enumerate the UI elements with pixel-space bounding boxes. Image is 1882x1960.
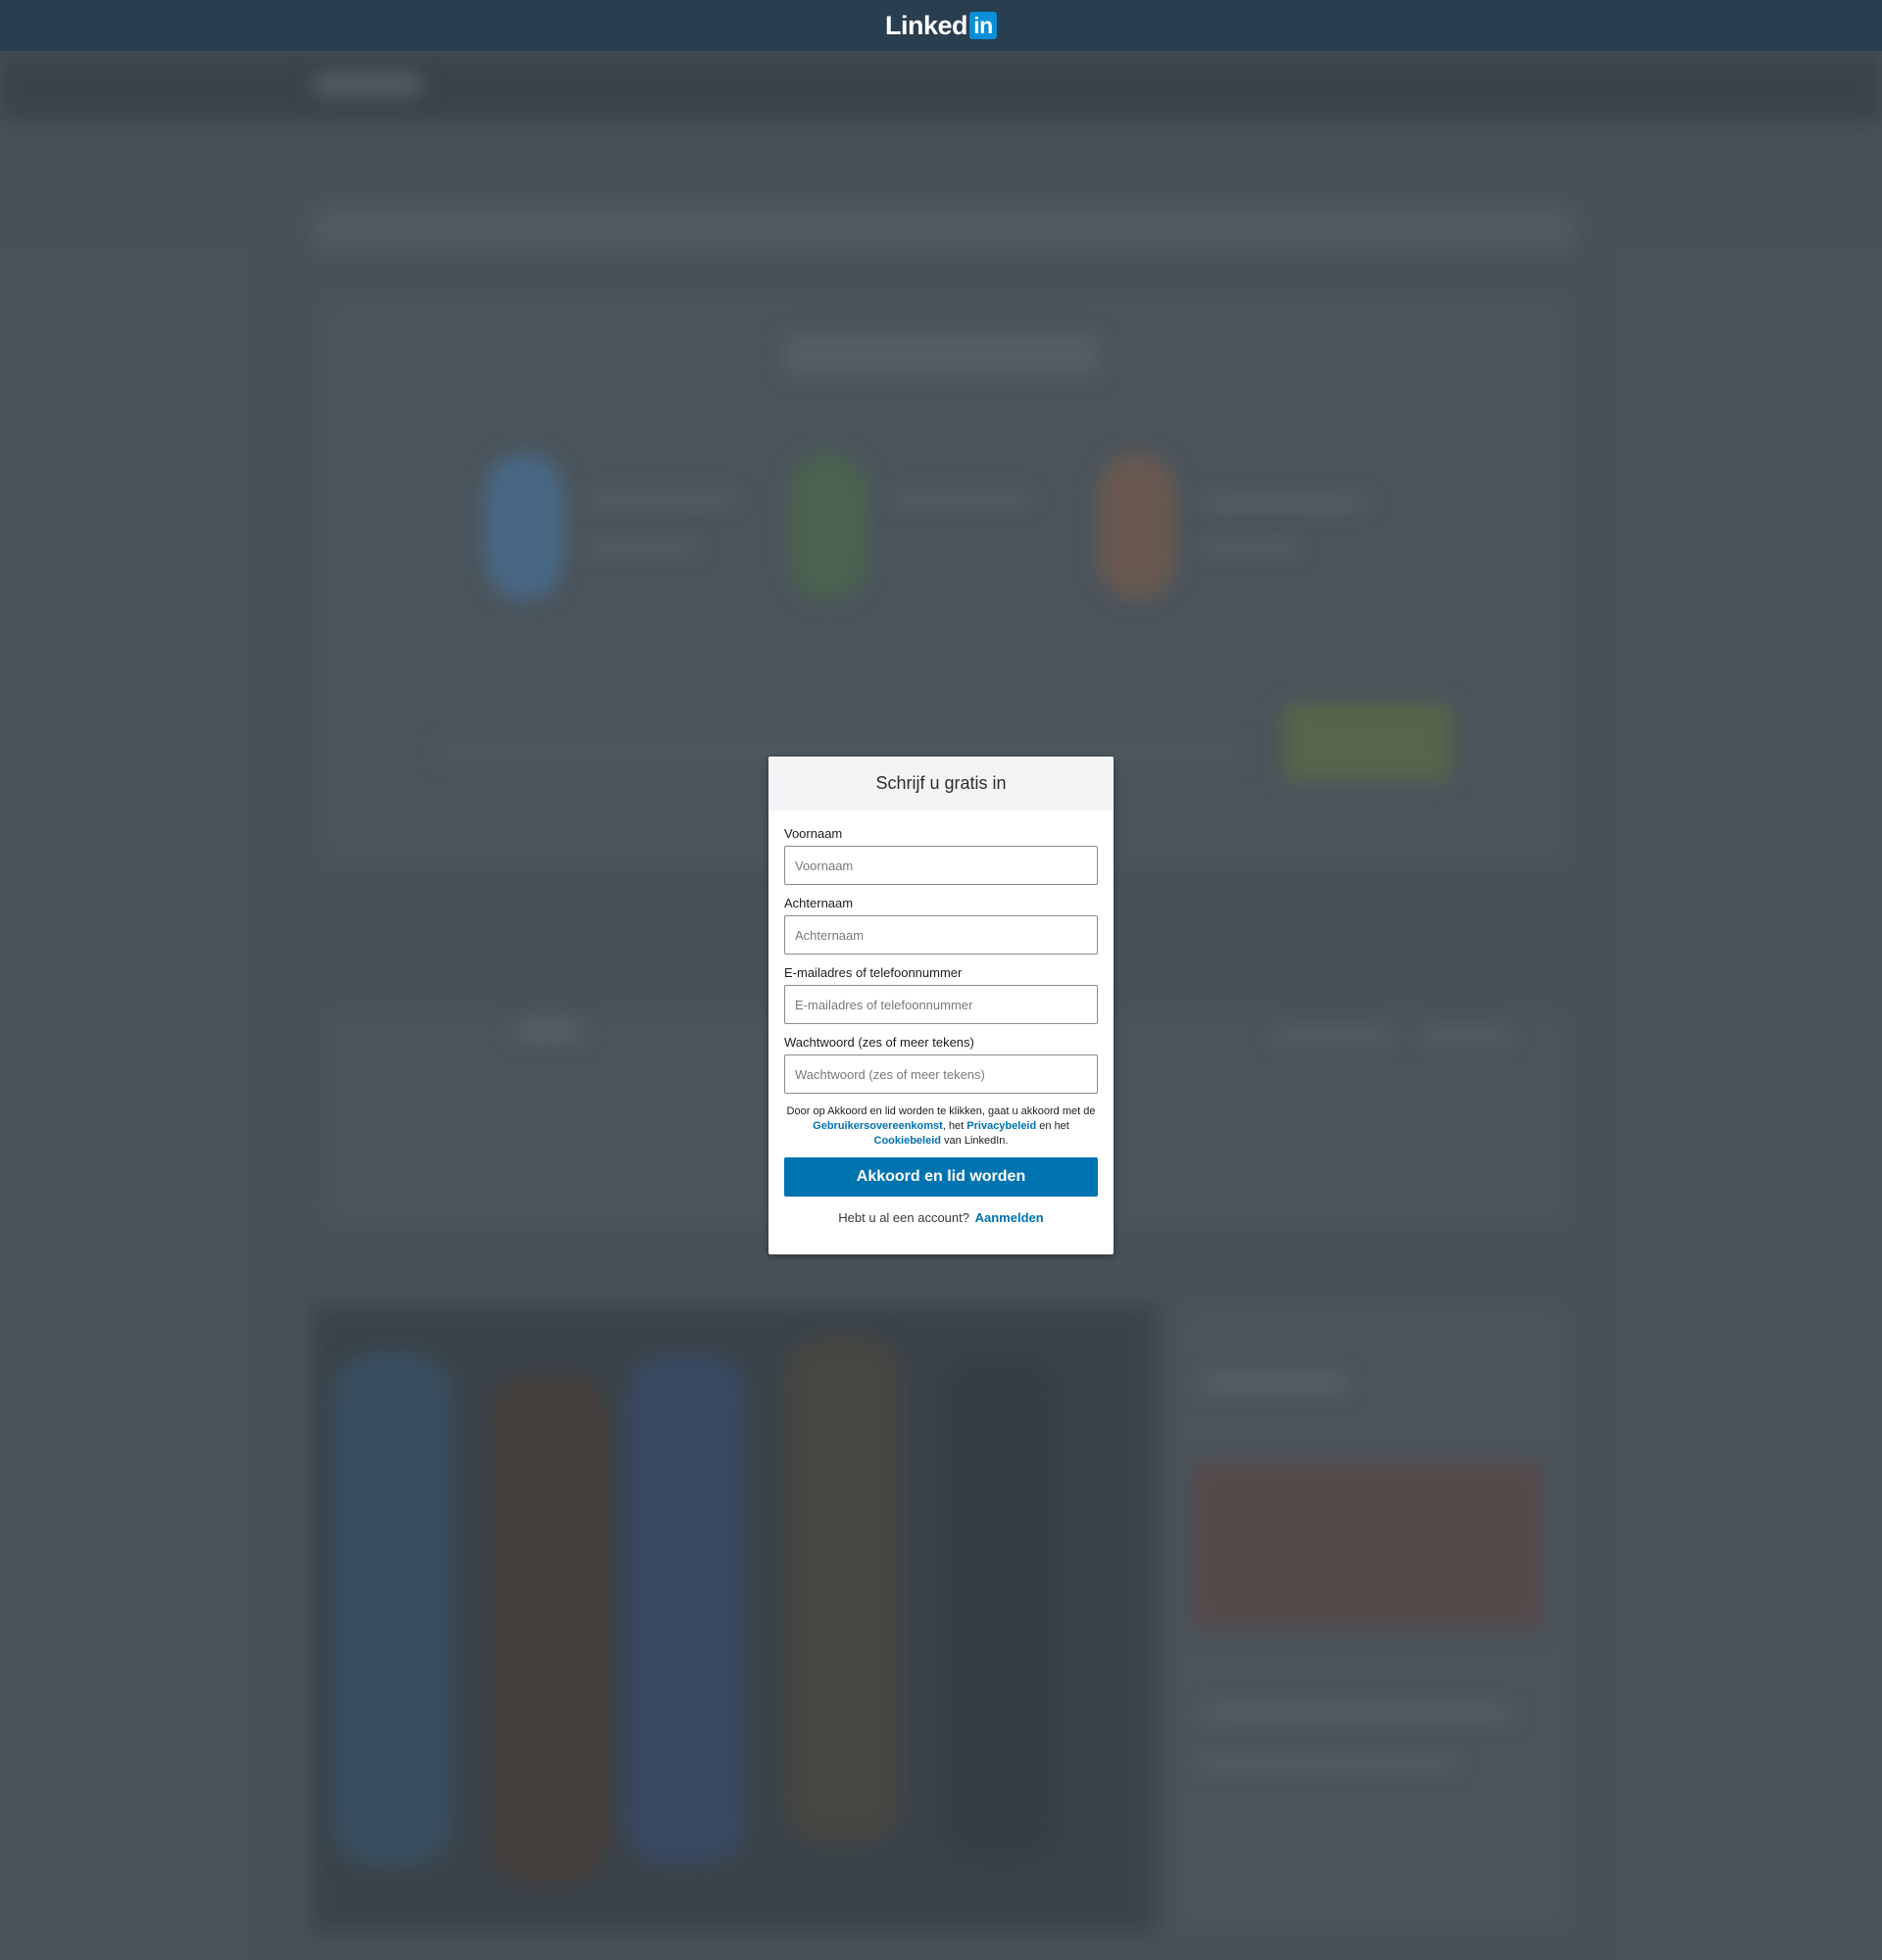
terms-text: Door op Akkoord en lid worden te klikken… [784,1104,1098,1149]
agree-and-join-button[interactable]: Akkoord en lid worden [784,1157,1098,1197]
modal-header: Schrijf u gratis in [768,757,1114,810]
password-label: Wachtwoord (zes of meer tekens) [784,1035,974,1050]
terms-text-part: Door op Akkoord en lid worden te klikken… [786,1105,1096,1117]
signin-prompt-text: Hebt u al een account? [838,1210,969,1225]
logo-in-box: in [969,12,997,39]
terms-text-part: en het [1036,1120,1069,1132]
signin-link[interactable]: Aanmelden [975,1210,1044,1225]
user-agreement-link[interactable]: Gebruikersovereenkomst [813,1120,943,1132]
privacy-policy-link[interactable]: Privacybeleid [966,1120,1036,1132]
signup-modal: Schrijf u gratis in Voornaam Achternaam … [768,757,1114,1254]
email-or-phone-input[interactable] [784,985,1098,1024]
logo-text: Linked [884,10,968,40]
email-label: E-mailadres of telefoonnummer [784,965,963,980]
modal-title: Schrijf u gratis in [875,773,1007,793]
signin-prompt-row: Hebt u al een account? Aanmelden [784,1210,1098,1225]
last-name-input[interactable] [784,915,1098,955]
first-name-input[interactable] [784,846,1098,885]
signup-form: Voornaam Achternaam E-mailadres of telef… [768,810,1114,1225]
last-name-label: Achternaam [784,896,854,910]
first-name-label: Voornaam [784,826,843,841]
cookie-policy-link[interactable]: Cookiebeleid [874,1135,941,1147]
top-header: Linked in [0,0,1882,51]
password-input[interactable] [784,1054,1098,1094]
linkedin-logo[interactable]: Linked in [885,11,997,41]
terms-text-part: van LinkedIn. [940,1135,1009,1147]
terms-text-part: , het [942,1120,967,1132]
